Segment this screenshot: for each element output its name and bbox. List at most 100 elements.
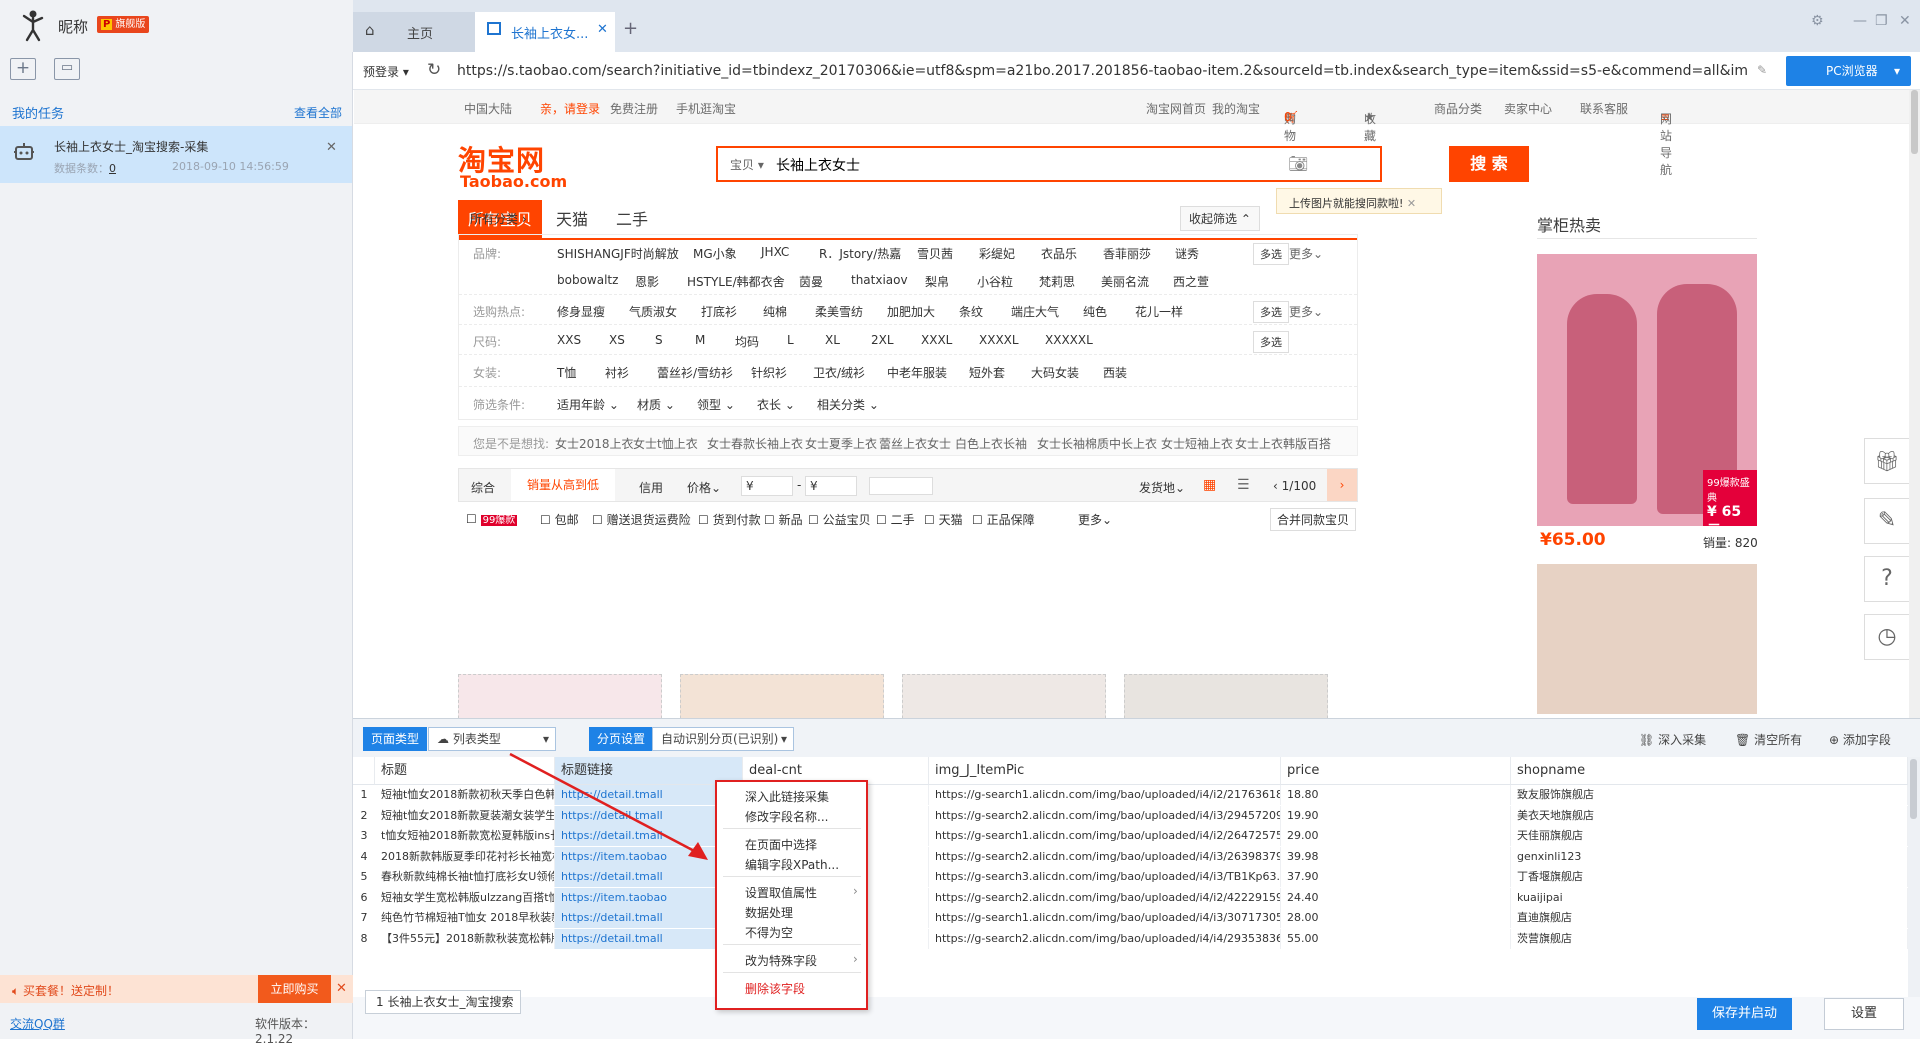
table-cell-price[interactable]: 18.80 <box>1281 785 1511 805</box>
close-window-icon[interactable]: ✕ <box>1899 13 1911 29</box>
hot-item[interactable]: 气质淑女 <box>629 303 677 320</box>
close-icon[interactable]: ✕ <box>336 981 347 996</box>
tab-search[interactable]: 长袖上衣女... ✕ <box>475 12 615 52</box>
sort-price[interactable]: 价格⌄ <box>687 479 721 496</box>
clock-icon[interactable]: ◷ <box>1864 614 1910 660</box>
tab-home[interactable]: ⌂ 主页 <box>353 12 475 52</box>
suggest-item[interactable]: 女士上衣韩版百搭 <box>1235 435 1331 452</box>
size-item[interactable]: XL <box>825 333 840 347</box>
women-item[interactable]: 衬衫 <box>605 364 629 381</box>
hot-item[interactable]: 柔美雪纺 <box>815 303 863 320</box>
hot-item[interactable]: 端庄大气 <box>1011 303 1059 320</box>
size-item[interactable]: XXXL <box>921 333 952 347</box>
close-icon[interactable]: ✕ <box>597 22 608 37</box>
table-cell-shop[interactable]: 直迪旗舰店 <box>1511 908 1908 928</box>
pc-browser-button[interactable]: PC浏览器 ▾ <box>1786 56 1911 86</box>
task-item[interactable]: 长袖上衣女士_淘宝搜索-采集 数据条数：0 2018-09-10 14:56:5… <box>0 126 352 183</box>
chevron-down-icon[interactable]: ▾ <box>1894 56 1900 86</box>
more-options[interactable]: 更多⌄ <box>1078 511 1112 528</box>
suggest-item[interactable]: 女士短袖上衣 <box>1161 435 1233 452</box>
suggest-item[interactable]: 女士春款长袖上衣 <box>707 435 803 452</box>
collapse-filter-button[interactable]: 收起筛选 ⌃ <box>1180 206 1260 231</box>
table-cell-shop[interactable]: 茨营旗舰店 <box>1511 928 1908 949</box>
check-return-insurance[interactable]: ☐ 赠送退货运费险 <box>592 511 691 528</box>
women-item[interactable]: 蕾丝衫/雪纺衫 <box>657 364 733 381</box>
table-cell-price[interactable]: 37.90 <box>1281 867 1511 887</box>
buy-now-button[interactable]: 立即购买 <box>258 975 331 1003</box>
cond-dropdown[interactable]: 衣长 ⌄ <box>757 396 795 413</box>
help-icon[interactable]: ? <box>1864 556 1910 602</box>
brand-item[interactable]: 美丽名流 <box>1101 273 1149 290</box>
hot-item[interactable]: 花儿一样 <box>1135 303 1183 320</box>
size-item[interactable]: XXXXXL <box>1045 333 1093 347</box>
brand-item[interactable]: 雪贝茜 <box>917 245 953 262</box>
hot-item[interactable]: 纯色 <box>1083 303 1107 320</box>
table-cell-price[interactable]: 19.90 <box>1281 805 1511 826</box>
check-charity[interactable]: ☐ 公益宝贝 <box>808 511 871 528</box>
add-field-button[interactable]: ⊕ 添加字段 <box>1829 731 1891 748</box>
menu-item-value-attribute[interactable]: 设置取值属性 › <box>745 884 858 901</box>
price-range-icon[interactable] <box>869 477 933 495</box>
multi-select-button[interactable]: 多选 <box>1253 301 1289 323</box>
gift-icon[interactable]: 🎁︎ <box>1864 438 1910 484</box>
list-view-icon[interactable]: ☰ <box>1237 477 1250 493</box>
table-cell-price[interactable]: 39.98 <box>1281 846 1511 867</box>
hot-item[interactable]: 加肥加大 <box>887 303 935 320</box>
edit-icon[interactable]: ✎ <box>1864 498 1910 544</box>
suggest-item[interactable]: 女士夏季上衣 <box>805 435 877 452</box>
size-item[interactable]: 2XL <box>871 333 894 347</box>
check-free-ship[interactable]: ☐ 包邮 <box>540 511 579 528</box>
deep-collect-button[interactable]: ⛓ 深入采集 <box>1639 731 1706 748</box>
brand-item[interactable]: MG小象 <box>693 245 737 262</box>
table-cell-title[interactable]: 纯色竹节棉短袖T恤女 2018早秋装新款... <box>375 908 555 928</box>
menu-item-data-processing[interactable]: 数据处理 <box>745 904 793 921</box>
bottom-task-tab[interactable]: 1 长袖上衣女士_淘宝搜索 <box>365 990 521 1014</box>
sort-sales[interactable]: 销量从高到低 <box>511 469 615 501</box>
size-item[interactable]: 均码 <box>735 333 759 350</box>
brand-item[interactable]: R．Jstory/热嘉 <box>819 245 901 262</box>
product-image[interactable] <box>1124 674 1328 718</box>
cond-dropdown[interactable]: 领型 ⌄ <box>697 396 735 413</box>
size-item[interactable]: XXS <box>557 333 581 347</box>
web-scrollbar[interactable] <box>1909 90 1920 718</box>
url-input[interactable]: https://s.taobao.com/search?initiative_i… <box>457 58 1749 84</box>
brand-item[interactable]: 小谷粒 <box>977 273 1013 290</box>
brand-item[interactable]: SHISHANGJF时尚解放 <box>557 245 679 262</box>
suggest-item[interactable]: 白色上衣长袖 <box>955 435 1027 452</box>
check-99[interactable]: ☐ 99爆款 <box>466 511 518 526</box>
brand-item[interactable]: 恩影 <box>635 273 659 290</box>
women-item[interactable]: 短外套 <box>969 364 1005 381</box>
table-cell-shop[interactable]: 天佳丽旗舰店 <box>1511 826 1908 846</box>
table-cell-shop[interactable]: 致友服饰旗舰店 <box>1511 785 1908 805</box>
search-type-select[interactable]: 宝贝 ▾ <box>730 156 764 173</box>
menu-item-rename-field[interactable]: 修改字段名称... <box>745 808 828 825</box>
brand-item[interactable]: bobowaltz <box>557 273 618 287</box>
table-cell-img[interactable]: https://g-search1.alicdn.com/img/bao/upl… <box>929 826 1281 846</box>
size-item[interactable]: XXXXL <box>979 333 1019 347</box>
check-tmall[interactable]: ☐ 天猫 <box>924 511 963 528</box>
brand-item[interactable]: 彩缇妃 <box>979 245 1015 262</box>
table-cell-price[interactable]: 29.00 <box>1281 826 1511 846</box>
web-scrollbar-thumb[interactable] <box>1911 90 1918 154</box>
women-item[interactable]: 中老年服装 <box>887 364 947 381</box>
cond-dropdown[interactable]: 相关分类 ⌄ <box>817 396 879 413</box>
sort-default[interactable]: 综合 <box>471 479 495 496</box>
save-start-button[interactable]: 保存并启动 <box>1697 998 1792 1030</box>
price-to-input[interactable]: ¥ <box>805 476 857 496</box>
column-header[interactable]: shopname <box>1511 757 1908 785</box>
settings-gear-icon[interactable]: ⚙ <box>1811 13 1824 29</box>
table-cell-price[interactable]: 55.00 <box>1281 928 1511 949</box>
table-cell-img[interactable]: https://g-search3.alicdn.com/img/bao/upl… <box>929 867 1281 887</box>
product-image[interactable] <box>458 674 662 718</box>
hot-item[interactable]: 打底衫 <box>701 303 737 320</box>
tb-home-link[interactable]: 淘宝网首页 <box>1146 100 1206 117</box>
check-genuine[interactable]: ☐ 正品保障 <box>972 511 1035 528</box>
table-cell-title[interactable]: 【3件55元】2018新款秋装宽松韩版纯... <box>375 928 555 949</box>
register-link[interactable]: 免费注册 <box>610 100 658 117</box>
brand-item[interactable]: 西之萱 <box>1173 273 1209 290</box>
size-item[interactable]: L <box>787 333 794 347</box>
table-cell-shop[interactable]: kuaijipai <box>1511 887 1908 908</box>
category-link[interactable]: 商品分类 <box>1434 100 1482 117</box>
menu-item-not-empty[interactable]: 不得为空 <box>745 924 793 941</box>
contact-link[interactable]: 联系客服 <box>1580 100 1628 117</box>
